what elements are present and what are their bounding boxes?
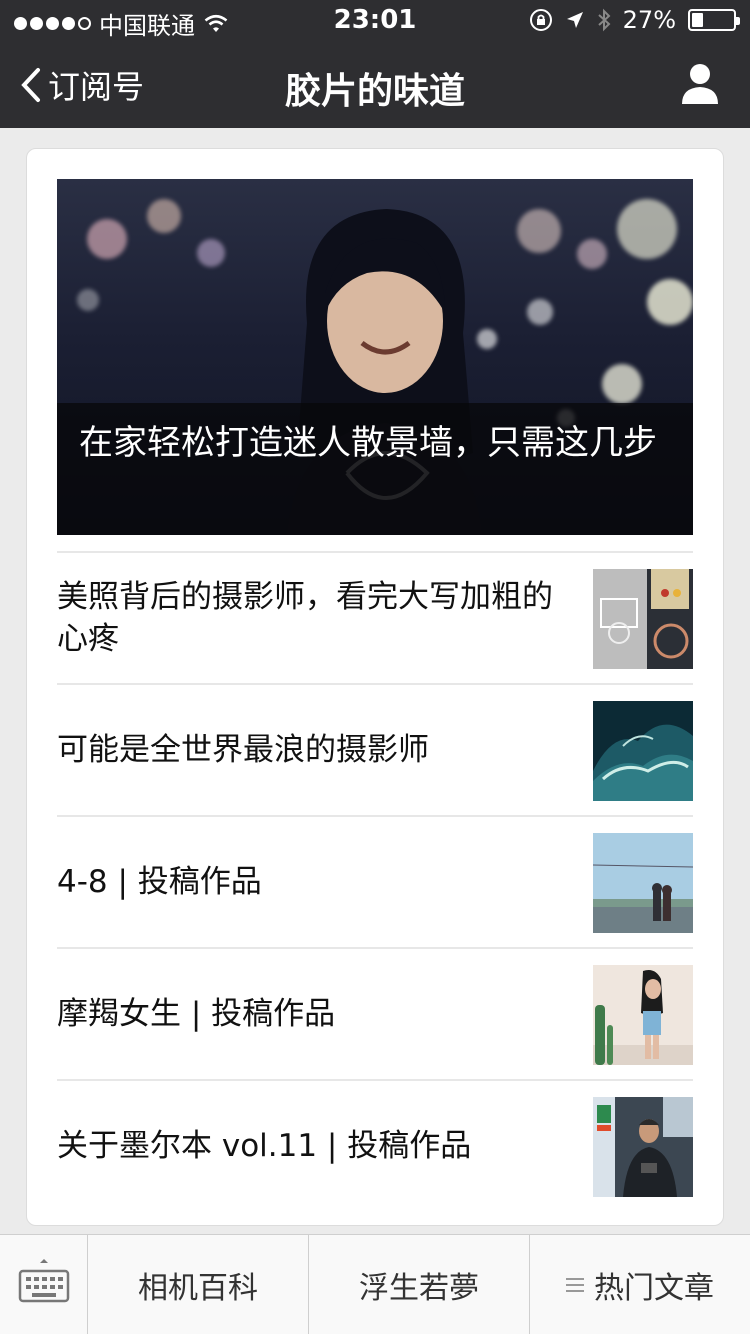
status-right: 27% [529,6,740,34]
keyboard-toggle-button[interactable] [0,1235,88,1334]
list-item[interactable]: 可能是全世界最浪的摄影师 [57,683,693,815]
location-arrow-icon [566,12,583,28]
list-item[interactable]: 关于墨尔本 vol.11 | 投稿作品 [57,1079,693,1211]
top-bar: 中国联通 23:01 27% 订阅号 胶片的味道 [0,0,750,128]
article-card: 在家轻松打造迷人散景墙，只需这几步 美照背后的摄影师，看完大写加粗的心疼 可能是… [26,148,724,1226]
battery-icon [688,9,740,31]
navigation-bar: 订阅号 胶片的味道 [0,40,750,128]
basketball-hoop-photo [593,569,693,669]
list-item[interactable]: 4-8 | 投稿作品 [57,815,693,947]
article-list: 美照背后的摄影师，看完大写加粗的心疼 可能是全世界最浪的摄影师 4-8 | 投稿… [57,551,693,1211]
bottom-menu: 相机百科 浮生若夢 热门文章 [0,1234,750,1334]
page-title: 胶片的味道 [284,71,465,112]
man-with-camera-photo [593,1097,693,1197]
wechat-subscription-screen: 中国联通 23:01 27% 订阅号 胶片的味道 在家轻松打造迷人散景墙，只需这… [0,0,750,1334]
hero-article[interactable]: 在家轻松打造迷人散景墙，只需这几步 [57,179,693,535]
article-title: 关于墨尔本 vol.11 | 投稿作品 [57,1128,472,1164]
list-icon [566,1278,584,1292]
status-bar: 中国联通 23:01 27% [0,0,750,40]
article-title: 摩羯女生 | 投稿作品 [57,996,336,1032]
ocean-wave-photo [593,701,693,801]
bluetooth-icon [597,8,611,32]
menu-label: 热门文章 [594,1271,714,1306]
girl-with-cactus-photo [593,965,693,1065]
hero-caption: 在家轻松打造迷人散景墙，只需这几步 [57,403,693,535]
menu-label: 相机百科 [138,1271,258,1306]
menu-label: 浮生若夢 [359,1271,479,1306]
battery-percent: 27% [622,6,676,34]
article-title: 可能是全世界最浪的摄影师 [57,732,429,768]
list-item[interactable]: 摩羯女生 | 投稿作品 [57,947,693,1079]
list-item[interactable]: 美照背后的摄影师，看完大写加粗的心疼 [57,551,693,683]
menu-camera-encyclopedia[interactable]: 相机百科 [88,1235,309,1334]
keyboard-icon [18,1259,70,1303]
person-icon[interactable] [680,62,720,106]
orientation-lock-icon [529,9,552,31]
menu-fusheng-ruomeng[interactable]: 浮生若夢 [309,1235,530,1334]
article-title: 美照背后的摄影师，看完大写加粗的心疼 [57,579,553,657]
menu-hot-articles[interactable]: 热门文章 [530,1235,750,1334]
article-title: 4-8 | 投稿作品 [57,864,262,900]
couple-on-road-photo [593,833,693,933]
